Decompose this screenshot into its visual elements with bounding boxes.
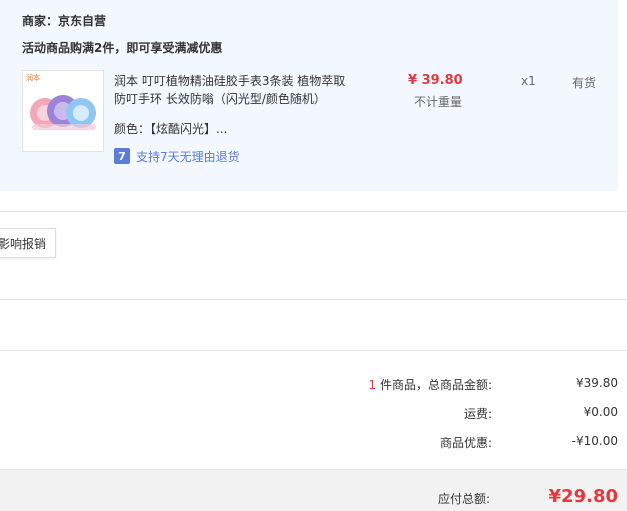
stock-status: 有货 (572, 76, 597, 90)
color-value: 【炫酷闪光】... (150, 122, 228, 136)
product-quantity: x1 (521, 74, 536, 88)
watch-bands-image (30, 95, 96, 130)
summary-shipping-row: 运费: ¥0.00 (0, 405, 627, 423)
product-color: 颜色：【炫酷闪光】... (114, 120, 227, 137)
expense-reimbursement-button[interactable]: 影响报销 (0, 228, 56, 258)
discount-label: 商品优惠: (439, 436, 492, 450)
payable-total-bar: 应付总额: ¥29.80 (0, 469, 627, 511)
merchant-name: 商家：京东自营 (22, 14, 107, 28)
order-item-panel: 商家：京东自营 活动商品购满2件，即可享受满减优惠 润本 润本 叮叮植物精油硅胶… (0, 0, 618, 191)
items-total-value: ¥39.80 (576, 376, 618, 390)
return-policy-text[interactable]: 支持7天无理由退货 (136, 148, 240, 165)
discount-value: -¥10.00 (571, 434, 618, 448)
promo-notice: 活动商品购满2件，即可享受满减优惠 (22, 41, 223, 55)
items-total-label: 1 件商品，总商品金额: (369, 376, 493, 393)
items-total-label-text: 件商品，总商品金额: (376, 378, 492, 392)
summary-items-row: 1 件商品，总商品金额: ¥39.80 (0, 376, 627, 394)
product-thumbnail[interactable]: 润本 (22, 70, 104, 152)
items-count: 1 (368, 378, 377, 392)
return-policy[interactable]: 7 支持7天无理由退货 (114, 148, 240, 164)
product-weight: 不计重量 (414, 95, 463, 109)
divider (0, 211, 627, 212)
return-7day-icon: 7 (114, 148, 130, 164)
payable-label: 应付总额: (437, 492, 490, 506)
summary-discount-row: 商品优惠: -¥10.00 (0, 434, 627, 452)
color-label: 颜色： (114, 122, 151, 136)
divider (0, 299, 627, 300)
payable-value: ¥29.80 (548, 486, 618, 507)
product-price: ¥ 39.80 (408, 73, 463, 88)
product-title-link[interactable]: 润本 叮叮植物精油硅胶手表3条装 植物萃取防叮手环 长效防嗡（闪光型/颜色随机） (114, 72, 354, 108)
shipping-value: ¥0.00 (583, 405, 618, 419)
shipping-label: 运费: (463, 407, 492, 421)
divider (0, 350, 627, 351)
